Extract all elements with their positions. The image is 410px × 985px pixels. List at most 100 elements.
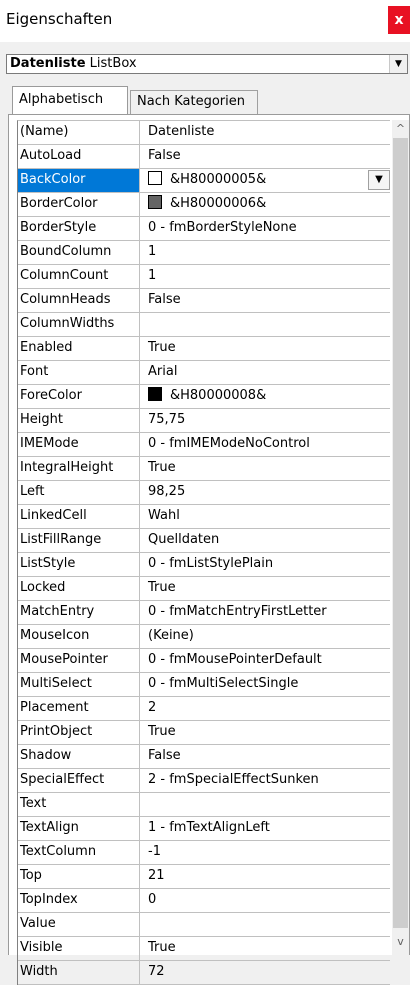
scroll-up-icon[interactable]: ^ — [392, 120, 409, 137]
property-row[interactable]: TextAlign 1 - fmTextAlignLeft — [18, 817, 390, 841]
property-value[interactable]: 0 - fmListStylePlain — [144, 553, 390, 576]
property-value[interactable]: False — [144, 289, 390, 312]
property-row[interactable]: AutoLoad False — [18, 145, 390, 169]
property-row[interactable]: SpecialEffect 2 - fmSpecialEffectSunken — [18, 769, 390, 793]
property-row[interactable]: IMEMode 0 - fmIMEModeNoControl — [18, 433, 390, 457]
property-row[interactable]: ColumnCount 1 — [18, 265, 390, 289]
property-value[interactable] — [144, 793, 390, 816]
property-row[interactable]: MousePointer 0 - fmMousePointerDefault — [18, 649, 390, 673]
property-value[interactable]: 0 - fmMultiSelectSingle — [144, 673, 390, 696]
property-value[interactable]: 98,25 — [144, 481, 390, 504]
property-value[interactable]: True — [144, 721, 390, 744]
property-value[interactable]: -1 — [144, 841, 390, 864]
property-name[interactable]: LinkedCell — [18, 505, 140, 528]
property-row[interactable]: MatchEntry 0 - fmMatchEntryFirstLetter — [18, 601, 390, 625]
property-value[interactable]: 2 — [144, 697, 390, 720]
property-value[interactable] — [144, 313, 390, 336]
property-name[interactable]: ListFillRange — [18, 529, 140, 552]
close-button[interactable]: x — [388, 6, 410, 34]
property-value[interactable]: Wahl — [144, 505, 390, 528]
property-name[interactable]: ListStyle — [18, 553, 140, 576]
scroll-thumb[interactable] — [393, 138, 408, 928]
property-name[interactable]: TopIndex — [18, 889, 140, 912]
property-name[interactable]: SpecialEffect — [18, 769, 140, 792]
property-row[interactable]: Placement 2 — [18, 697, 390, 721]
chevron-down-icon[interactable]: ▼ — [389, 55, 407, 73]
chevron-down-icon[interactable]: ▼ — [368, 170, 390, 190]
property-value[interactable]: False — [144, 145, 390, 168]
tab-alphabetisch[interactable]: Alphabetisch — [12, 86, 128, 117]
tab-nach-kategorien[interactable]: Nach Kategorien — [130, 90, 258, 114]
property-value[interactable]: True — [144, 337, 390, 360]
property-value[interactable]: 2 - fmSpecialEffectSunken — [144, 769, 390, 792]
property-value[interactable]: &H80000006& — [144, 193, 390, 216]
property-name[interactable]: Font — [18, 361, 140, 384]
property-value[interactable]: &H80000008& — [144, 385, 390, 408]
property-row[interactable]: ColumnHeads False — [18, 289, 390, 313]
property-name[interactable]: TextColumn — [18, 841, 140, 864]
property-value[interactable]: 0 — [144, 889, 390, 912]
property-row[interactable]: MouseIcon (Keine) — [18, 625, 390, 649]
property-row[interactable]: Visible True — [18, 937, 390, 961]
property-name[interactable]: Left — [18, 481, 140, 504]
property-row[interactable]: ColumnWidths — [18, 313, 390, 337]
property-name[interactable]: IntegralHeight — [18, 457, 140, 480]
property-value[interactable]: True — [144, 457, 390, 480]
property-row[interactable]: BorderStyle 0 - fmBorderStyleNone — [18, 217, 390, 241]
property-name[interactable]: Value — [18, 913, 140, 936]
property-row[interactable]: Shadow False — [18, 745, 390, 769]
property-row[interactable]: Locked True — [18, 577, 390, 601]
property-row[interactable]: LinkedCell Wahl — [18, 505, 390, 529]
property-row[interactable]: Text — [18, 793, 390, 817]
scroll-down-icon[interactable]: v — [392, 933, 409, 950]
property-row[interactable]: Top 21 — [18, 865, 390, 889]
property-name[interactable]: Shadow — [18, 745, 140, 768]
property-name[interactable]: Locked — [18, 577, 140, 600]
property-value[interactable]: Arial — [144, 361, 390, 384]
property-name[interactable]: ForeColor — [18, 385, 140, 408]
property-row[interactable]: BoundColumn 1 — [18, 241, 390, 265]
property-name[interactable]: MultiSelect — [18, 673, 140, 696]
property-value[interactable]: (Keine) — [144, 625, 390, 648]
property-value[interactable]: True — [144, 577, 390, 600]
property-name[interactable]: Visible — [18, 937, 140, 960]
property-row[interactable]: ForeColor &H80000008& — [18, 385, 390, 409]
property-name[interactable]: Top — [18, 865, 140, 888]
property-name[interactable]: IMEMode — [18, 433, 140, 456]
property-value[interactable]: 72 — [144, 961, 390, 984]
property-value[interactable]: &H80000005& ▼ — [144, 169, 390, 192]
property-row[interactable]: (Name) Datenliste — [18, 121, 390, 145]
property-row[interactable]: TopIndex 0 — [18, 889, 390, 913]
property-name[interactable]: BoundColumn — [18, 241, 140, 264]
property-row[interactable]: Height 75,75 — [18, 409, 390, 433]
property-name[interactable]: Text — [18, 793, 140, 816]
property-name[interactable]: MatchEntry — [18, 601, 140, 624]
property-value[interactable]: 21 — [144, 865, 390, 888]
property-name[interactable]: TextAlign — [18, 817, 140, 840]
property-name[interactable]: BorderStyle — [18, 217, 140, 240]
property-name[interactable]: MousePointer — [18, 649, 140, 672]
property-row[interactable]: ListFillRange Quelldaten — [18, 529, 390, 553]
property-row[interactable]: BorderColor &H80000006& — [18, 193, 390, 217]
object-selector[interactable]: Datenliste ListBox ▼ — [6, 54, 408, 74]
property-row[interactable]: MultiSelect 0 - fmMultiSelectSingle — [18, 673, 390, 697]
property-name[interactable]: ColumnCount — [18, 265, 140, 288]
property-row[interactable]: Value — [18, 913, 390, 937]
property-name[interactable]: ColumnWidths — [18, 313, 140, 336]
property-value[interactable]: 0 - fmBorderStyleNone — [144, 217, 390, 240]
property-row[interactable]: TextColumn -1 — [18, 841, 390, 865]
property-row[interactable]: Width 72 — [18, 961, 390, 985]
property-name[interactable]: (Name) — [18, 121, 140, 144]
property-value[interactable]: Datenliste — [144, 121, 390, 144]
property-row[interactable]: Left 98,25 — [18, 481, 390, 505]
property-row[interactable]: Font Arial — [18, 361, 390, 385]
property-value[interactable] — [144, 913, 390, 936]
property-row[interactable]: IntegralHeight True — [18, 457, 390, 481]
property-name[interactable]: MouseIcon — [18, 625, 140, 648]
property-value[interactable]: 1 — [144, 241, 390, 264]
property-row[interactable]: ListStyle 0 - fmListStylePlain — [18, 553, 390, 577]
property-name[interactable]: BorderColor — [18, 193, 140, 216]
property-name[interactable]: Enabled — [18, 337, 140, 360]
property-row[interactable]: Enabled True — [18, 337, 390, 361]
property-value[interactable]: 0 - fmMousePointerDefault — [144, 649, 390, 672]
